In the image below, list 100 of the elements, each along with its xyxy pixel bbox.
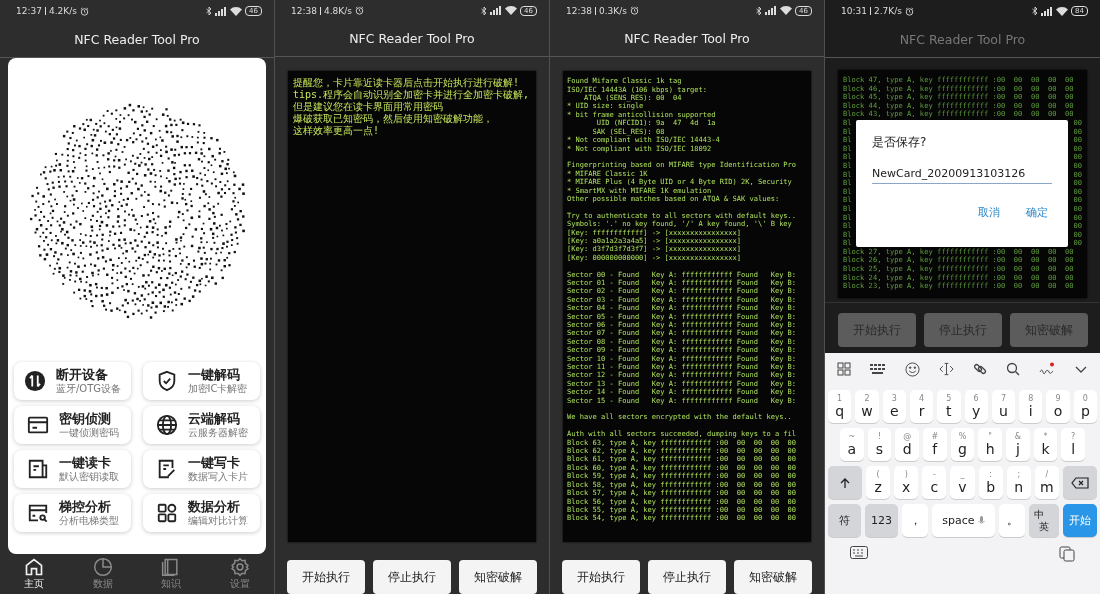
keyboard-key[interactable]: / m [1034,466,1059,499]
clipboard-icon[interactable] [1059,546,1075,562]
keyboard-key[interactable]: % g [950,428,975,461]
log-line: 爆破获取已知密码，然后使用知密破解功能， [293,113,494,125]
key-hint: : [989,470,992,479]
keyboard-key[interactable]: # f [923,428,947,461]
app-title: NFC Reader Tool Pro [349,31,475,47]
key-hint: # [931,432,939,441]
app-title: NFC Reader Tool Pro [899,32,1026,47]
dialog-title: 是否保存? [872,134,928,151]
feature-button[interactable]: 梯控分析 分析电梯类型 [14,494,131,532]
keyboard-key[interactable]: ~ a [840,428,864,461]
keyboard-key[interactable]: ? l [1061,428,1086,461]
bluetooth-icon [481,5,488,16]
wifi-icon [1056,6,1069,16]
settings-icon [229,557,250,577]
status-time: 10:31 [841,6,867,16]
keyboard-key[interactable]: ; n [1006,466,1031,499]
grid-icon[interactable] [837,362,852,376]
shift-key[interactable] [828,466,862,499]
feature-button[interactable]: 数据分析 编辑对比计算 [143,494,260,532]
keyboard-key[interactable]: @ d [895,428,919,461]
keyboard-key[interactable]: _ v [950,466,975,499]
keyboard-key[interactable]: ( z [866,466,891,499]
key-hint: 0 [1082,394,1088,403]
action-button[interactable]: 知密破解 [459,560,537,594]
feature-button[interactable]: 一键写卡 数据写入卡片 [143,450,260,488]
keyboard-key[interactable]: 6 y [964,390,988,423]
keyboard-key[interactable]: : b [978,466,1003,499]
action-button[interactable]: 停止执行 [373,560,451,594]
keyboard-icon[interactable] [850,546,868,559]
backspace-icon [1071,476,1089,489]
key-hint: % [958,432,967,441]
shift-icon [839,476,851,489]
signal-icon [490,6,503,16]
keyboard-key[interactable]: - c [922,466,947,499]
keyboard-key[interactable]: ! s [867,428,892,461]
card-icon [26,414,49,436]
feature-button[interactable]: 密钥侦测 一键侦测密码 [14,406,131,444]
app-title: NFC Reader Tool Pro [624,31,750,47]
nav-tab[interactable]: 知识 [153,557,190,591]
keyboard-key[interactable]: 3 e [882,390,906,423]
nav-tab[interactable]: 数据 [84,557,121,591]
home-icon [24,557,45,577]
action-button[interactable]: 停止执行 [648,560,726,594]
keyboard-key[interactable]: ， [902,504,928,537]
keyboard-key[interactable]: " h [978,428,1002,461]
keyboard-key[interactable]: 符 [828,504,861,537]
keyboard-icon[interactable] [870,363,887,375]
action-button[interactable]: 开始执行 [287,560,365,594]
bluetooth-icon [756,5,763,16]
nav-tab[interactable]: 设置 [221,557,258,591]
keyboard-key[interactable]: 。 [999,504,1025,537]
keyboard-key[interactable]: 5 t [937,390,961,423]
key-hint: 8 [1028,394,1034,403]
key-hint: 7 [1000,394,1006,403]
keyboard-key[interactable]: & j [1006,428,1030,461]
keyboard-key[interactable]: 9 o [1046,390,1070,423]
dialog-button[interactable]: 取消 [974,204,1004,222]
action-button[interactable]: 开始执行 [562,560,640,594]
keyboard-key[interactable]: 7 u [991,390,1016,423]
key-hint: 4 [919,394,925,403]
feature-button[interactable]: 云端解码 云服务器解密 [143,406,260,444]
dialog-button[interactable]: 确定 [1022,204,1052,222]
status-time: 12:37 [16,6,42,16]
microphone-icon [977,515,985,526]
alarm-icon [79,6,89,16]
keyboard-key[interactable]: * k [1033,428,1058,461]
keyboard-key[interactable]: 0 p [1073,390,1097,423]
cursor-icon[interactable] [939,362,955,376]
feature-button[interactable]: 一键解码 加密IC卡解密 [143,362,260,400]
keyboard-key[interactable]: 123 [865,504,898,537]
handwriting-icon[interactable] [1038,362,1055,376]
key-hint: & [1014,432,1021,441]
alarm-icon [354,6,364,16]
chevron-down-icon[interactable] [1073,364,1088,374]
keyboard-key[interactable]: 中 英 [1029,504,1059,537]
key-hint: / [1045,470,1049,479]
link-icon[interactable] [972,362,987,376]
wifi-icon [780,6,793,16]
keyboard-key[interactable]: ) x [894,466,919,499]
bluetooth-icon [1032,6,1039,16]
emoji-icon[interactable] [905,361,921,377]
keyboard-key[interactable]: 1 q [828,390,852,423]
key-hint: ; [1017,470,1021,479]
nav-tab[interactable]: 主页 [16,557,53,591]
app-title: NFC Reader Tool Pro [74,32,200,47]
search-icon[interactable] [1005,362,1020,376]
network-speed: 2.7K/s [873,6,902,16]
feature-button[interactable]: 一键读卡 默认密钥读取 [14,450,131,488]
delete-key[interactable] [1063,466,1097,499]
alarm-icon [629,6,639,16]
keyboard-key[interactable]: space [932,504,995,537]
keyboard-key[interactable]: 8 i [1019,390,1043,423]
keyboard-key[interactable]: 4 r [909,390,934,423]
action-button[interactable]: 知密破解 [734,560,812,594]
key-hint: ! [877,432,882,441]
feature-button[interactable]: 断开设备 蓝牙/OTG设备 [14,362,131,400]
keyboard-key[interactable]: 2 w [855,390,879,423]
key-hint: 1 [837,394,843,403]
